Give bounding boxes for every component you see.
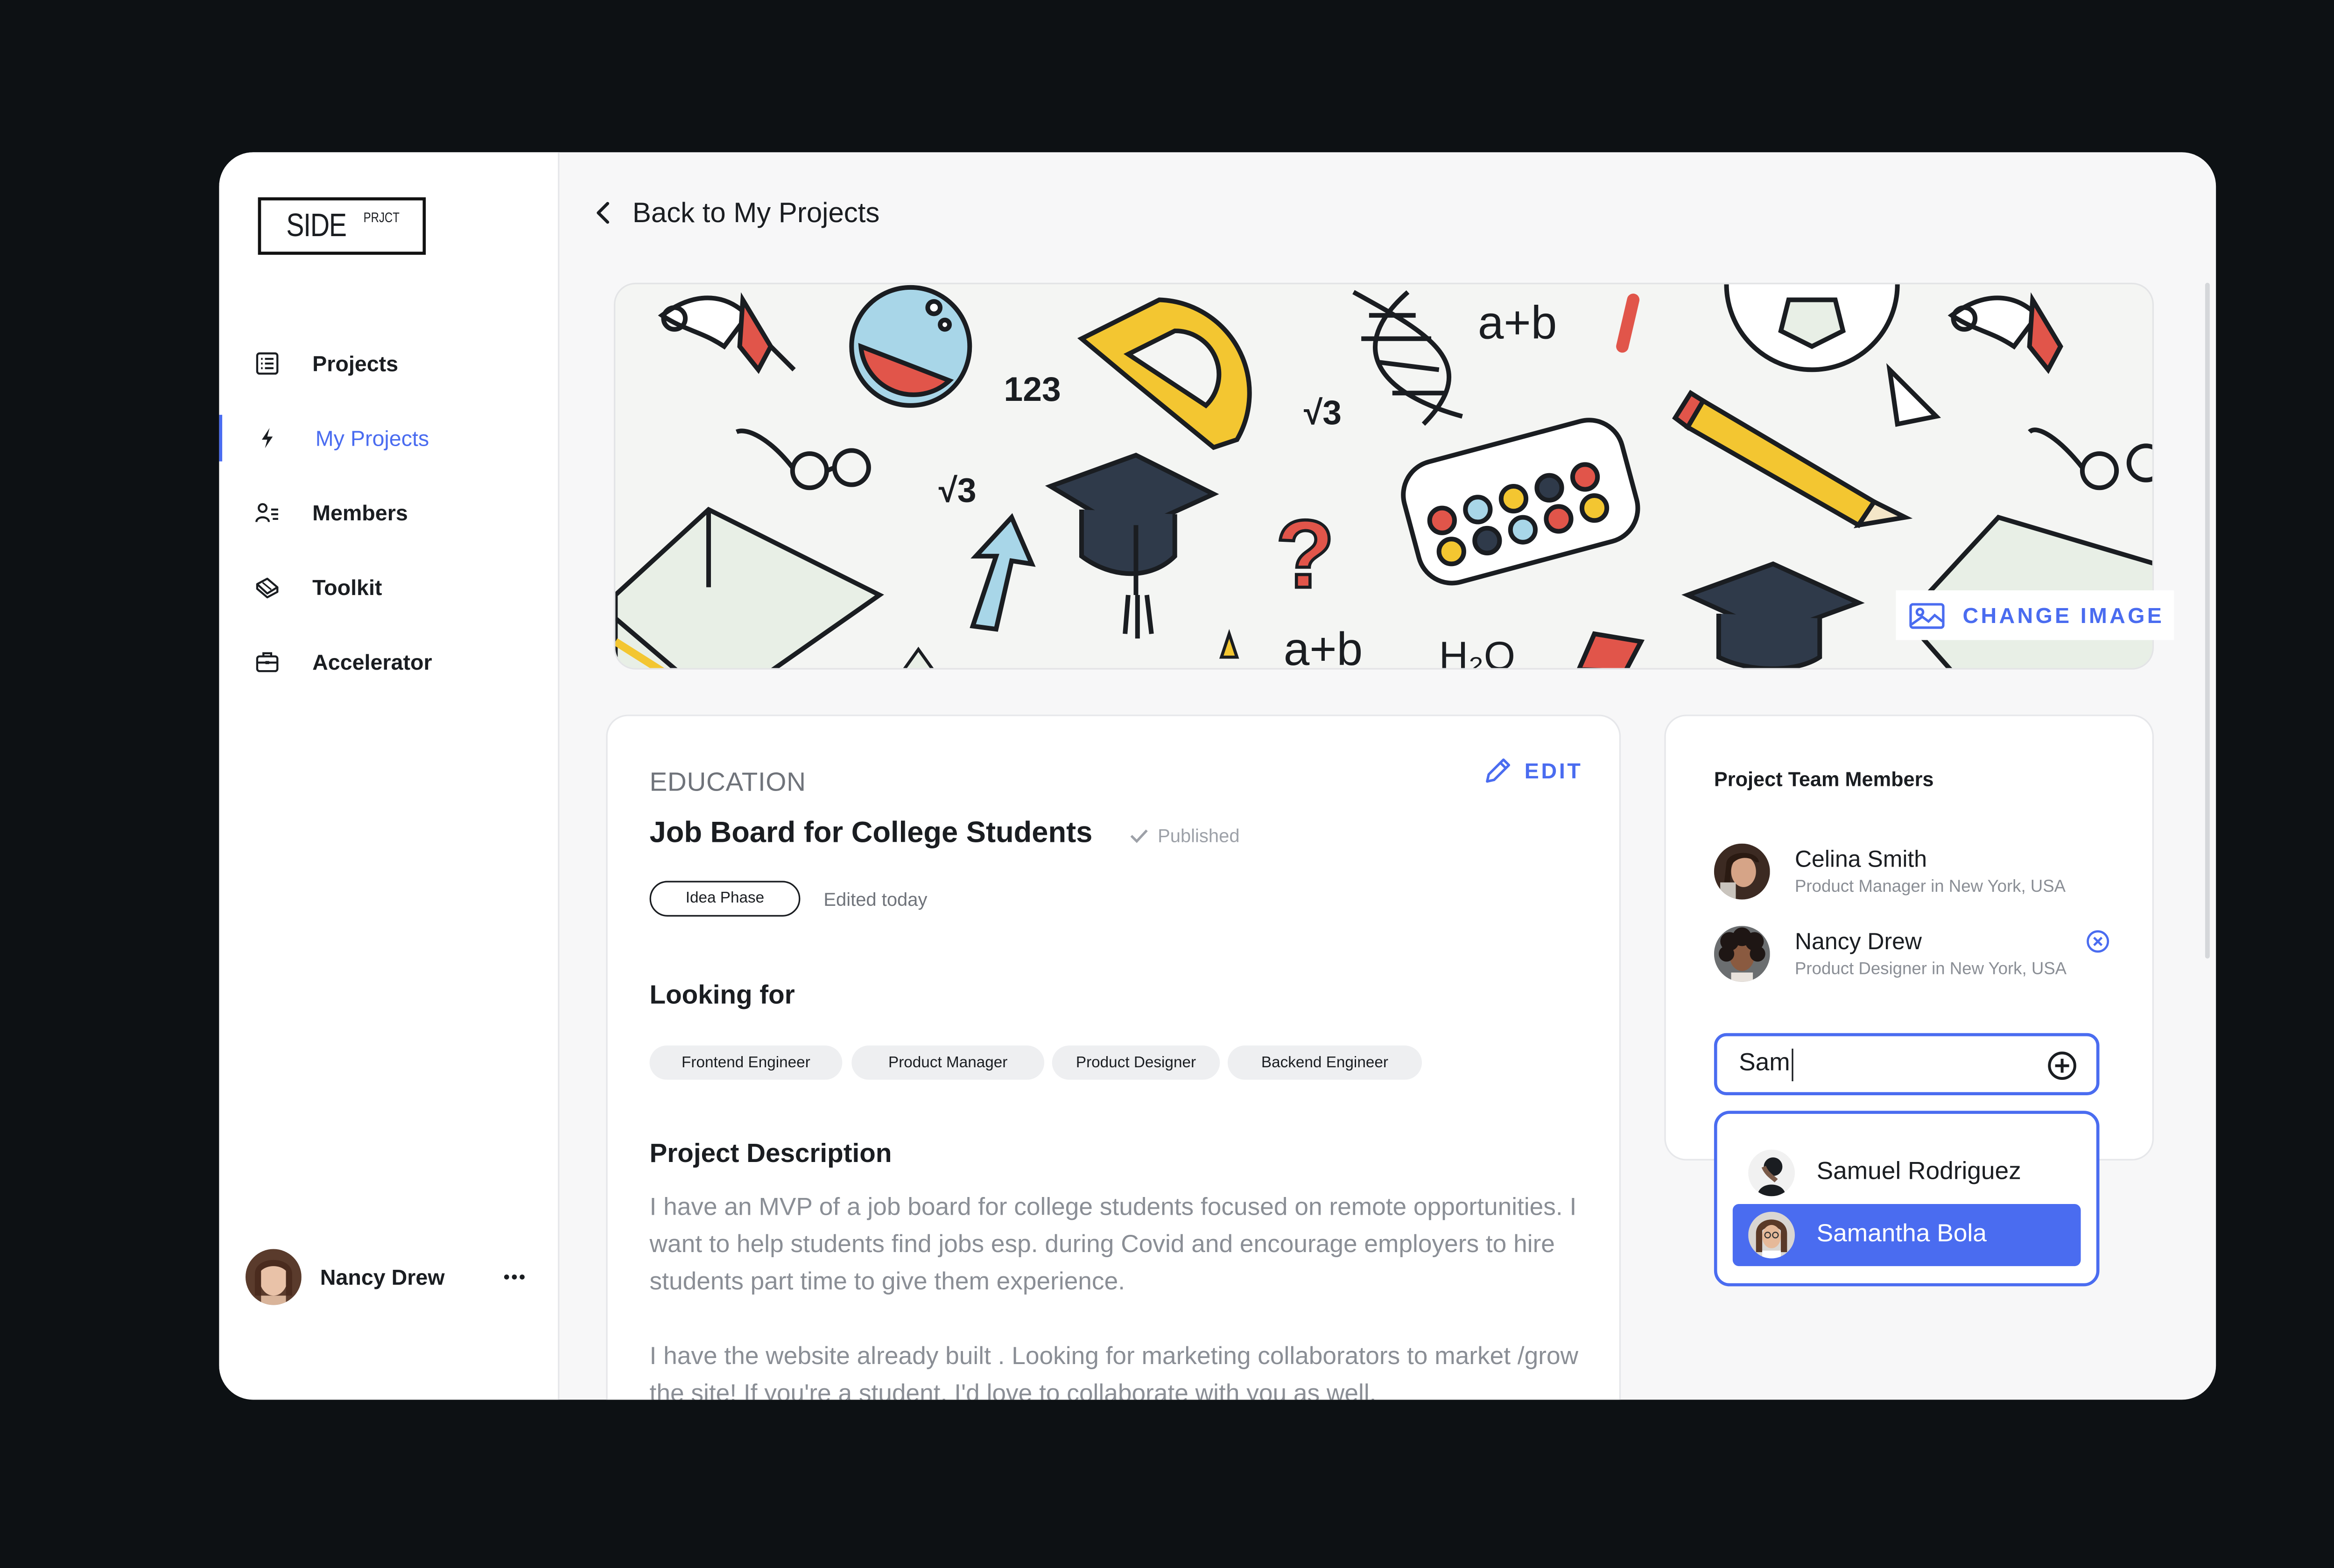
role-chip: Backend Engineer <box>1227 1045 1422 1080</box>
members-icon <box>255 503 278 523</box>
more-options-button[interactable] <box>504 1261 526 1286</box>
banner-text: 123 <box>1004 370 1061 408</box>
edited-timestamp: Edited today <box>823 889 928 910</box>
sidebar-item-accelerator[interactable]: Accelerator <box>219 638 559 685</box>
role-chip: Frontend Engineer <box>649 1045 843 1080</box>
chevron-left-icon <box>597 202 609 224</box>
sidebar-item-members[interactable]: Members <box>219 490 559 536</box>
banner-text: √3 <box>1304 393 1342 432</box>
logo-sub-text: PRJCT <box>362 210 399 225</box>
team-title: Project Team Members <box>1714 767 1934 791</box>
active-indicator <box>219 414 223 462</box>
remove-member-icon[interactable] <box>2086 929 2110 954</box>
description-paragraph: I have the website already built . Looki… <box>649 1344 1579 1400</box>
sidebar-item-label: My Projects <box>315 426 429 451</box>
banner-text: a+b <box>1284 623 1363 670</box>
role-chip: Product Designer <box>1052 1045 1220 1080</box>
sidebar-item-label: Members <box>312 500 408 525</box>
member-name: Celina Smith <box>1794 847 1927 873</box>
pencil-icon <box>1486 758 1511 783</box>
member-search-field[interactable] <box>1714 1033 2100 1095</box>
image-icon <box>1909 603 1945 629</box>
text-caret <box>1792 1049 1793 1081</box>
suggestion-item-selected[interactable]: Samantha Bola <box>1732 1204 2081 1267</box>
team-member: Celina Smith Product Manager in New York… <box>1714 843 2118 903</box>
banner-text: √3 <box>939 471 977 509</box>
project-category: EDUCATION <box>649 767 806 797</box>
sidebar: SIDE PRJCT Projects My Projects Members … <box>219 152 560 1400</box>
phase-badge: Idea Phase <box>649 881 801 917</box>
ellipsis-icon <box>504 1274 525 1280</box>
change-image-label: CHANGE IMAGE <box>1962 602 2165 628</box>
looking-for-heading: Looking for <box>649 980 795 1010</box>
back-link-label: Back to My Projects <box>632 196 880 228</box>
team-member: Nancy Drew Product Designer in New York,… <box>1714 926 2118 985</box>
suggestion-item[interactable]: Samuel Rodriguez <box>1733 1142 2081 1204</box>
briefcase-icon <box>256 652 279 672</box>
logo-main-text: SIDE <box>287 207 348 243</box>
check-icon <box>1130 829 1148 843</box>
avatar <box>245 1249 302 1305</box>
description-paragraph: I have an MVP of a job board for college… <box>649 1195 1577 1296</box>
banner-text: ? <box>1276 500 1335 608</box>
list-icon <box>256 352 279 375</box>
toolkit-icon <box>256 577 279 599</box>
sidebar-item-toolkit[interactable]: Toolkit <box>219 564 559 610</box>
member-role: Product Designer in New York, USA <box>1794 960 2067 979</box>
sidebar-item-label: Projects <box>312 351 399 376</box>
project-details-card: EDUCATION EDIT Job Board for College Stu… <box>606 714 1621 1400</box>
edit-label: EDIT <box>1524 758 1583 783</box>
back-link[interactable]: Back to My Projects <box>595 193 879 233</box>
sidebar-item-my-projects[interactable]: My Projects <box>219 414 559 462</box>
banner-text: H₂O <box>1439 634 1515 670</box>
add-member-icon[interactable] <box>2046 1050 2078 1081</box>
avatar <box>1748 1149 1795 1197</box>
status-label: Published <box>1158 825 1240 847</box>
member-name: Nancy Drew <box>1794 929 1922 956</box>
suggestion-name: Samuel Rodriguez <box>1816 1159 2021 1186</box>
change-image-button[interactable]: CHANGE IMAGE <box>1896 590 2174 640</box>
logo[interactable]: SIDE PRJCT <box>258 197 426 255</box>
edit-button[interactable]: EDIT <box>1483 755 1583 786</box>
description-heading: Project Description <box>649 1139 892 1169</box>
member-role: Product Manager in New York, USA <box>1794 877 2066 896</box>
sidebar-item-label: Accelerator <box>312 649 432 674</box>
status-badge: Published <box>1130 825 1240 847</box>
scrollbar[interactable] <box>2205 282 2210 959</box>
project-title: Job Board for College Students <box>649 817 1093 850</box>
app-window: SIDE PRJCT Projects My Projects Members … <box>219 152 2216 1400</box>
lightning-icon <box>261 428 273 448</box>
avatar <box>1714 843 1770 900</box>
current-user[interactable]: Nancy Drew <box>245 1249 541 1305</box>
avatar <box>1748 1211 1795 1259</box>
member-suggestions-dropdown: Samuel Rodriguez Samantha Bola <box>1714 1111 2100 1287</box>
suggestion-name: Samantha Bola <box>1816 1221 1987 1248</box>
banner-text: a+b <box>1478 297 1557 349</box>
sidebar-item-label: Toolkit <box>312 574 382 600</box>
user-name: Nancy Drew <box>320 1264 445 1290</box>
sidebar-item-projects[interactable]: Projects <box>219 340 559 387</box>
member-search-input[interactable] <box>1739 1047 2034 1081</box>
role-chip: Product Manager <box>851 1045 1045 1080</box>
avatar <box>1714 926 1770 982</box>
